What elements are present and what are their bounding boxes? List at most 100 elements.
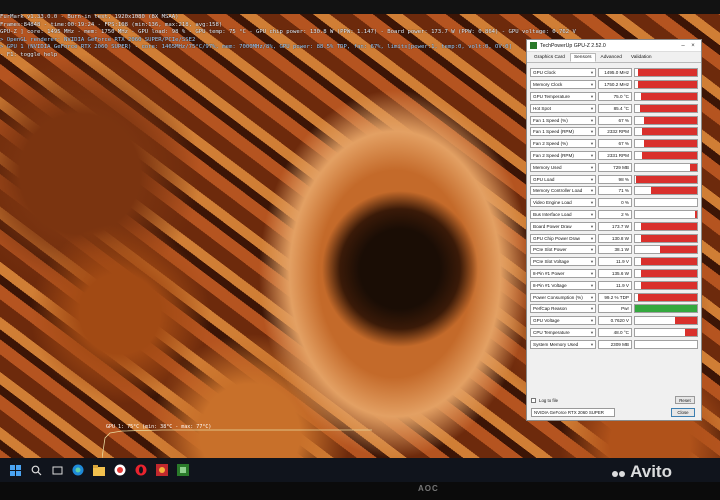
sensor-name-label: Bus Interface Load xyxy=(533,211,572,217)
log-to-file-checkbox[interactable] xyxy=(531,398,536,403)
gpu-select-dropdown[interactable]: NVIDIA GeForce RTX 2060 SUPER xyxy=(531,408,615,417)
tab-sensors[interactable]: Sensors xyxy=(569,53,596,62)
chevron-down-icon[interactable]: ▼ xyxy=(590,259,594,264)
sensor-name[interactable]: Memory Used ▼ xyxy=(530,162,596,172)
sensor-name[interactable]: Hot Spot ▼ xyxy=(530,103,596,113)
windows-start-icon[interactable] xyxy=(8,463,22,477)
chevron-down-icon[interactable]: ▼ xyxy=(590,295,594,300)
sensor-value: 2309 MB xyxy=(598,339,632,349)
sensor-name[interactable]: Fan 1 Speed (%) ▼ xyxy=(530,115,596,125)
tab-graphics-card[interactable]: Graphics Card xyxy=(530,53,569,62)
sensor-graph-fill xyxy=(641,281,697,289)
chevron-down-icon[interactable]: ▼ xyxy=(590,224,594,229)
search-icon[interactable] xyxy=(29,463,43,477)
chevron-down-icon[interactable]: ▼ xyxy=(590,342,594,347)
sensor-name[interactable]: Bus Interface Load ▼ xyxy=(530,209,596,219)
opera-browser-icon[interactable] xyxy=(134,463,148,477)
tab-advanced[interactable]: Advanced xyxy=(597,53,626,62)
sensor-row: 8-Pin #1 Power ▼ 135.6 W xyxy=(530,268,698,280)
chevron-down-icon[interactable]: ▼ xyxy=(590,236,594,241)
sensor-value: 67 % xyxy=(598,115,632,125)
edge-browser-icon[interactable] xyxy=(71,463,85,477)
sensor-graph xyxy=(634,268,698,278)
sensor-name[interactable]: 8-Pin #1 Voltage ▼ xyxy=(530,280,596,290)
sensor-name[interactable]: GPU Load ▼ xyxy=(530,174,596,184)
chevron-down-icon[interactable]: ▼ xyxy=(590,283,594,288)
sensor-graph xyxy=(634,91,698,101)
sensor-value: 729 MB xyxy=(598,162,632,172)
chevron-down-icon[interactable]: ▼ xyxy=(590,129,594,134)
sensor-row: Fan 2 Speed (RPM) ▼ 2331 RPM xyxy=(530,150,698,162)
chevron-down-icon[interactable]: ▼ xyxy=(590,82,594,87)
sensor-name[interactable]: Video Engine Load ▼ xyxy=(530,198,596,208)
sensor-graph xyxy=(634,68,698,78)
sensor-graph-fill xyxy=(642,128,697,136)
sensor-name[interactable]: Power Consumption (%) ▼ xyxy=(530,292,596,302)
sensor-row: Fan 1 Speed (%) ▼ 67 % xyxy=(530,114,698,126)
sensor-graph xyxy=(634,139,698,149)
reset-button[interactable]: Reset xyxy=(675,396,695,404)
chevron-down-icon[interactable]: ▼ xyxy=(590,118,594,123)
chevron-down-icon[interactable]: ▼ xyxy=(590,271,594,276)
sensor-graph xyxy=(634,209,698,219)
sensor-graph xyxy=(634,245,698,255)
sensor-name[interactable]: PCIe Slot Power ▼ xyxy=(530,245,596,255)
chevron-down-icon[interactable]: ▼ xyxy=(590,247,594,252)
avito-watermark: Avito xyxy=(612,462,672,482)
close-button[interactable]: Close xyxy=(671,408,695,417)
sensor-value: 1750.2 MHz xyxy=(598,80,632,90)
chevron-down-icon[interactable]: ▼ xyxy=(590,306,594,311)
sensor-name[interactable]: GPU Voltage ▼ xyxy=(530,316,596,326)
sensor-graph xyxy=(634,115,698,125)
chevron-down-icon[interactable]: ▼ xyxy=(590,212,594,217)
furmark-app-icon[interactable] xyxy=(155,463,169,477)
chevron-down-icon[interactable]: ▼ xyxy=(590,177,594,182)
task-view-icon[interactable] xyxy=(50,463,64,477)
sensor-name[interactable]: CPU Temperature ▼ xyxy=(530,327,596,337)
chevron-down-icon[interactable]: ▼ xyxy=(590,94,594,99)
sensor-name[interactable]: Fan 2 Speed (RPM) ▼ xyxy=(530,150,596,160)
minimize-icon[interactable]: – xyxy=(678,43,688,49)
sensor-value: 1495.0 MHz xyxy=(598,68,632,78)
chevron-down-icon[interactable]: ▼ xyxy=(590,106,594,111)
sensor-name[interactable]: Memory Clock ▼ xyxy=(530,80,596,90)
sensor-name[interactable]: Memory Controller Load ▼ xyxy=(530,186,596,196)
sensor-name[interactable]: Fan 1 Speed (RPM) ▼ xyxy=(530,127,596,137)
sensor-value: 11.9 V xyxy=(598,280,632,290)
sensor-graph xyxy=(634,198,698,208)
chevron-down-icon[interactable]: ▼ xyxy=(590,200,594,205)
chevron-down-icon[interactable]: ▼ xyxy=(590,318,594,323)
sensor-graph-fill xyxy=(641,234,697,242)
sensor-graph xyxy=(634,280,698,290)
chevron-down-icon[interactable]: ▼ xyxy=(590,188,594,193)
sensor-name[interactable]: Board Power Draw ▼ xyxy=(530,221,596,231)
sensor-row: GPU Chip Power Draw ▼ 130.8 W xyxy=(530,232,698,244)
chevron-down-icon[interactable]: ▼ xyxy=(590,153,594,158)
file-explorer-icon[interactable] xyxy=(92,463,106,477)
sensor-name[interactable]: System Memory Used ▼ xyxy=(530,339,596,349)
sensor-row: Fan 1 Speed (RPM) ▼ 2332 RPM xyxy=(530,126,698,138)
overlay-line-title: FurMark v1.33.0.0 - Burn-in test, 1920x1… xyxy=(0,14,179,20)
chevron-down-icon[interactable]: ▼ xyxy=(590,141,594,146)
chevron-down-icon[interactable]: ▼ xyxy=(590,70,594,75)
tab-validation[interactable]: Validation xyxy=(627,53,656,62)
sensor-value: 130.8 W xyxy=(598,233,632,243)
chevron-down-icon[interactable]: ▼ xyxy=(590,165,594,170)
sensor-name[interactable]: GPU Clock ▼ xyxy=(530,68,596,78)
sensor-name[interactable]: Fan 2 Speed (%) ▼ xyxy=(530,139,596,149)
sensor-name[interactable]: PerfCap Reason ▼ xyxy=(530,304,596,314)
sensor-name-label: Video Engine Load xyxy=(533,200,572,206)
yandex-browser-icon[interactable] xyxy=(113,463,127,477)
sensor-graph xyxy=(634,174,698,184)
sensor-row: 8-Pin #1 Voltage ▼ 11.9 V xyxy=(530,279,698,291)
sensor-name[interactable]: 8-Pin #1 Power ▼ xyxy=(530,268,596,278)
chevron-down-icon[interactable]: ▼ xyxy=(590,330,594,335)
sensor-name-label: Fan 1 Speed (RPM) xyxy=(533,129,574,135)
sensor-name[interactable]: GPU Chip Power Draw ▼ xyxy=(530,233,596,243)
sensor-name[interactable]: GPU Temperature ▼ xyxy=(530,91,596,101)
gpuz-titlebar[interactable]: TechPowerUp GPU-Z 2.52.0 – × xyxy=(527,40,701,52)
sensor-name[interactable]: PCIe Slot Voltage ▼ xyxy=(530,257,596,267)
log-to-file[interactable]: Log to file xyxy=(531,398,558,403)
close-icon[interactable]: × xyxy=(688,43,698,49)
gpuz-taskbar-icon[interactable] xyxy=(176,463,190,477)
